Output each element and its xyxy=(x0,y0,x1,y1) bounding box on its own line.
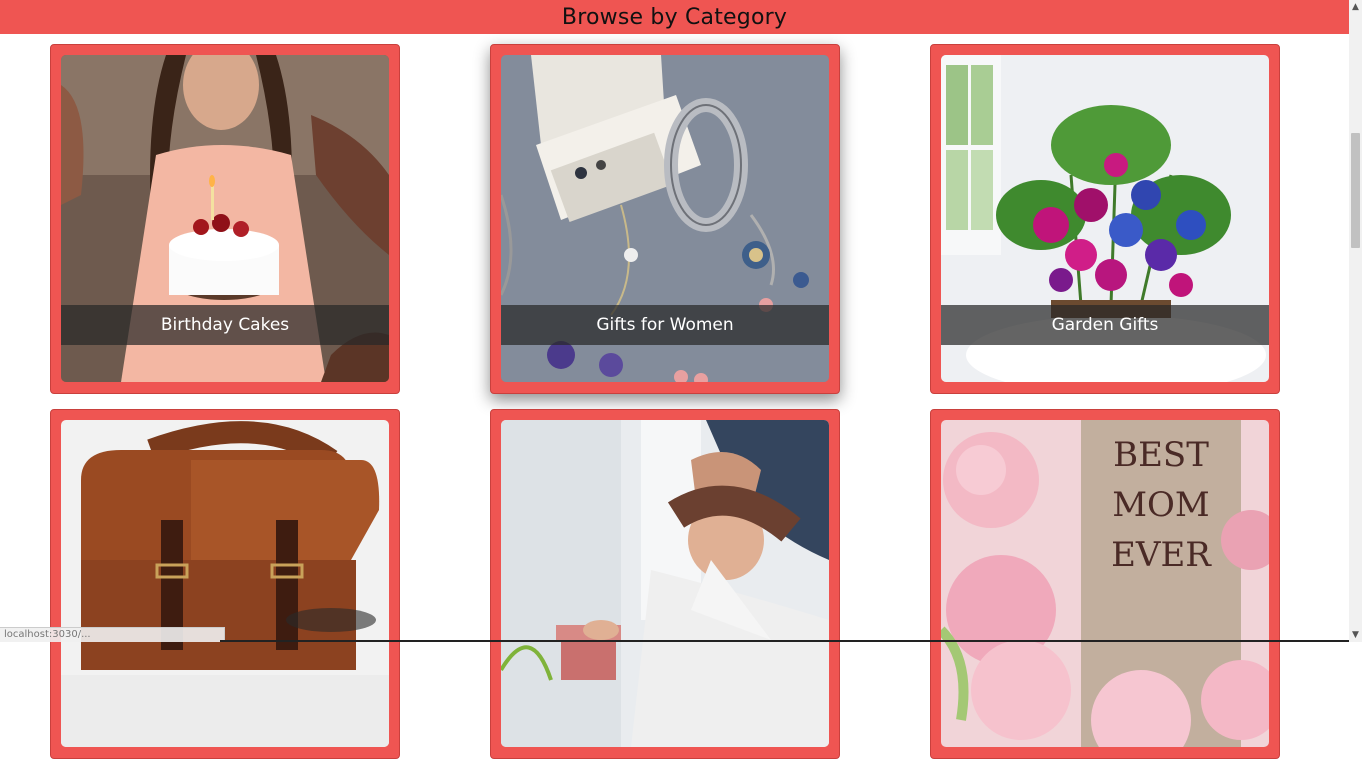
status-bar-url: localhost:3030/... xyxy=(0,627,225,642)
category-image-surprise-gifts[interactable] xyxy=(501,420,829,747)
scroll-thumb[interactable] xyxy=(1351,133,1360,248)
category-card-gifts-for-women[interactable]: Gifts for Women xyxy=(490,44,840,394)
sign-line: MOM xyxy=(1112,485,1210,525)
category-card-birthday-cakes[interactable]: Birthday Cakes xyxy=(50,44,400,394)
category-card-surprise-gifts[interactable] xyxy=(490,409,840,759)
category-card-garden-gifts[interactable]: Garden Gifts xyxy=(930,44,1280,394)
scroll-up-arrow-icon[interactable]: ▲ xyxy=(1349,0,1362,14)
category-image-birthday-cakes[interactable]: Birthday Cakes xyxy=(61,55,389,382)
mom-sign: BEST MOM EVER xyxy=(1081,430,1241,580)
category-image-bags[interactable] xyxy=(61,420,389,747)
page-title: Browse by Category xyxy=(561,4,788,30)
category-caption: Birthday Cakes xyxy=(61,305,389,345)
category-card-mom-gifts[interactable]: BEST MOM EVER xyxy=(930,409,1280,759)
category-image-garden-gifts[interactable]: Garden Gifts xyxy=(941,55,1269,382)
vertical-scrollbar[interactable]: ▲ ▼ xyxy=(1349,0,1362,642)
category-caption: Garden Gifts xyxy=(941,305,1269,345)
top-banner: Browse by Category xyxy=(0,0,1349,34)
scroll-down-arrow-icon[interactable]: ▼ xyxy=(1349,628,1362,642)
category-card-bags[interactable] xyxy=(50,409,400,759)
category-image-mom-gifts[interactable]: BEST MOM EVER xyxy=(941,420,1269,747)
sign-line: EVER xyxy=(1111,535,1211,575)
sign-line: BEST xyxy=(1113,435,1209,475)
category-image-gifts-for-women[interactable]: Gifts for Women xyxy=(501,55,829,382)
category-caption: Gifts for Women xyxy=(501,305,829,345)
